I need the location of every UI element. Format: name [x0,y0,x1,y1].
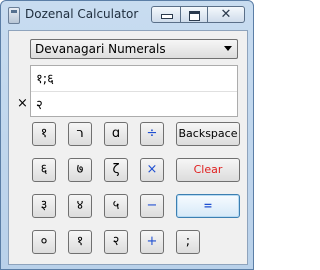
minimize-icon [152,7,180,22]
window-title: Dozenal Calculator [25,7,139,21]
calculator-display: १;६ २ [30,65,238,117]
key-3[interactable]: ɑ [104,122,128,146]
add-button[interactable]: + [140,230,164,254]
key-10[interactable]: १ [68,230,92,254]
subtract-button[interactable]: − [140,194,164,218]
calculator-icon [8,7,20,24]
backspace-button[interactable]: Backspace [176,122,240,146]
clear-button[interactable]: Clear [176,158,240,182]
key-7[interactable]: ३ [32,194,56,218]
key-1[interactable]: १ [32,122,56,146]
display-entry: २ [36,98,43,113]
calculator-body: Devanagari Numerals १;६ २ × १ ר ɑ ÷ Back… [8,30,248,265]
key-8[interactable]: ४ [68,194,92,218]
minimize-button[interactable] [151,6,181,23]
numeral-system-dropdown[interactable]: Devanagari Numerals [30,39,238,59]
multiply-button[interactable]: × [140,158,164,182]
close-icon: ✕ [220,7,232,22]
pending-operator: × [17,96,28,111]
key-5[interactable]: ७ [68,158,92,182]
title-bar[interactable]: Dozenal Calculator ✕ [1,1,253,29]
key-6[interactable]: ζ [104,158,128,182]
calculator-window: Dozenal Calculator ✕ Devanagari Numerals… [0,0,254,270]
maximize-icon [181,7,207,22]
key-2[interactable]: ר [68,122,92,146]
divide-button[interactable]: ÷ [140,122,164,146]
display-value: १;६ [36,72,54,87]
maximize-button[interactable] [181,6,208,23]
close-button[interactable]: ✕ [208,6,245,23]
key-4[interactable]: ६ [32,158,56,182]
equals-button[interactable]: = [176,194,240,218]
numeral-system-value: Devanagari Numerals [35,42,166,56]
key-0[interactable]: ० [32,230,56,254]
dozenal-point-button[interactable]: ; [176,230,200,254]
chevron-down-icon [224,46,232,51]
key-9[interactable]: ५ [104,194,128,218]
key-11[interactable]: २ [104,230,128,254]
display-divider [31,91,237,92]
